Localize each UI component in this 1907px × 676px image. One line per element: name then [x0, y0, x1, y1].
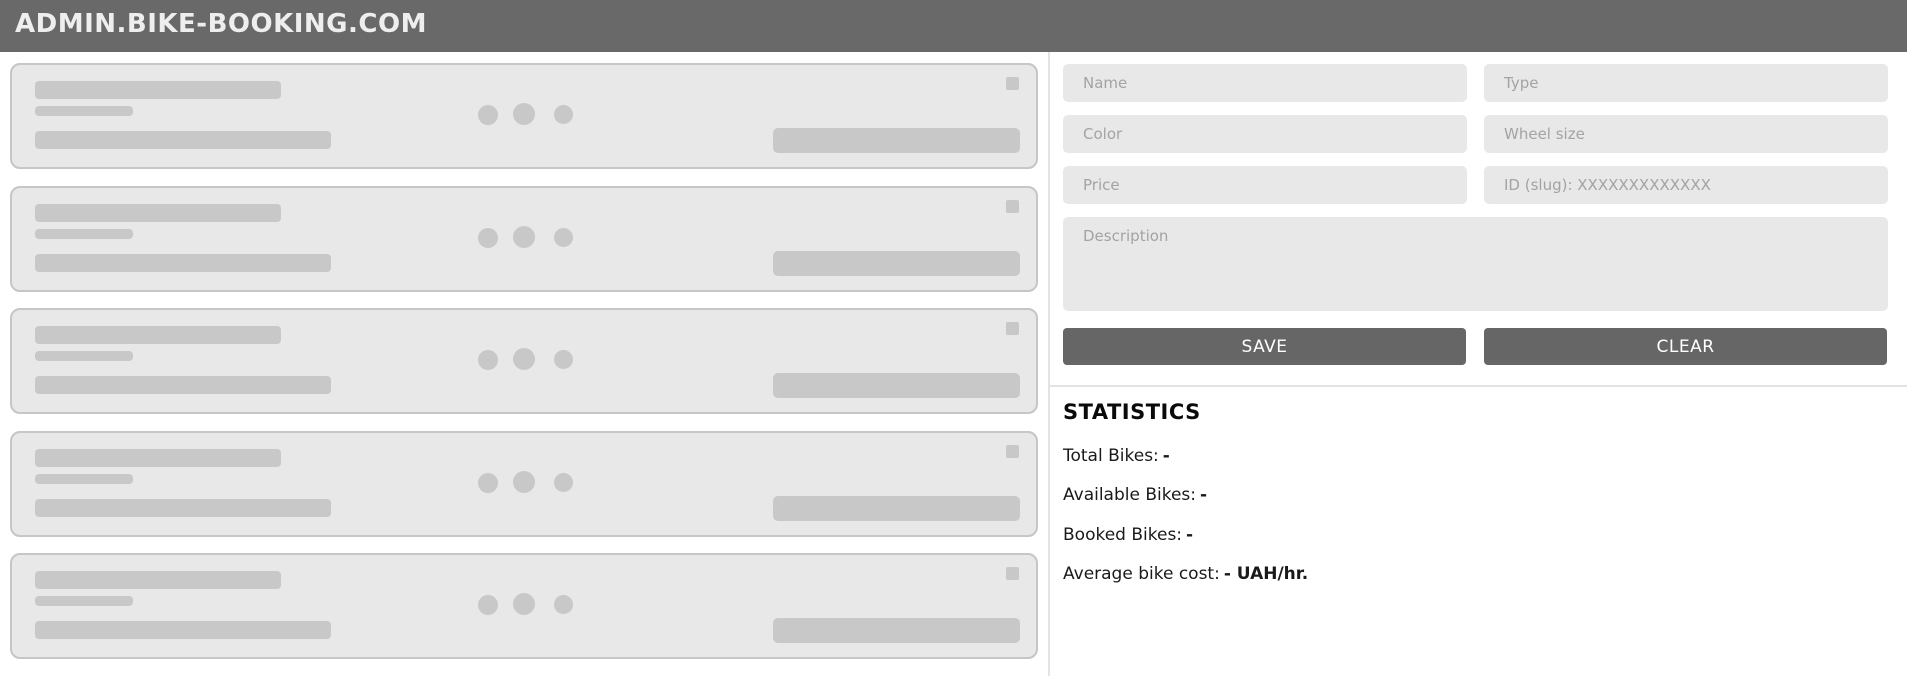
skeleton-text: [35, 376, 331, 394]
loading-dot: [513, 593, 535, 615]
skeleton-button: [773, 251, 1020, 276]
skeleton-close-icon: [1006, 567, 1019, 580]
skeleton-button: [773, 496, 1020, 521]
skeleton-subtitle: [35, 596, 133, 606]
loading-dot: [478, 473, 498, 493]
loading-dot: [478, 350, 498, 370]
average-cost-value: - UAH/hr.: [1223, 564, 1309, 584]
name-input[interactable]: [1063, 64, 1467, 102]
description-textarea[interactable]: [1063, 217, 1888, 311]
statistics-title: STATISTICS: [1063, 400, 1201, 424]
skeleton-subtitle: [35, 474, 133, 484]
wheel-size-input[interactable]: [1484, 115, 1888, 153]
app-header: ADMIN.BIKE-BOOKING.COM: [0, 0, 1907, 52]
total-bikes-value: -: [1162, 446, 1170, 466]
skeleton-button: [773, 618, 1020, 643]
booked-bikes-value: -: [1186, 525, 1194, 545]
average-cost-label: Average bike cost:: [1063, 564, 1220, 584]
bike-card-skeleton: [10, 431, 1038, 537]
skeleton-title: [35, 204, 281, 222]
type-input[interactable]: [1484, 64, 1888, 102]
skeleton-subtitle: [35, 106, 133, 116]
bike-card-skeleton: [10, 63, 1038, 169]
available-bikes-label: Available Bikes:: [1063, 485, 1197, 505]
color-input[interactable]: [1063, 115, 1467, 153]
available-bikes-value: -: [1200, 485, 1208, 505]
average-cost-stat: Average bike cost: - UAH/hr.: [1063, 564, 1308, 584]
loading-dot: [513, 226, 535, 248]
skeleton-close-icon: [1006, 445, 1019, 458]
skeleton-text: [35, 254, 331, 272]
loading-dot: [554, 228, 573, 247]
skeleton-title: [35, 81, 281, 99]
loading-dot: [554, 595, 573, 614]
skeleton-close-icon: [1006, 322, 1019, 335]
skeleton-close-icon: [1006, 200, 1019, 213]
vertical-divider: [1048, 52, 1050, 676]
skeleton-title: [35, 326, 281, 344]
site-logo[interactable]: ADMIN.BIKE-BOOKING.COM: [15, 9, 427, 39]
save-button[interactable]: SAVE: [1063, 328, 1466, 365]
skeleton-title: [35, 571, 281, 589]
skeleton-subtitle: [35, 229, 133, 239]
clear-button[interactable]: CLEAR: [1484, 328, 1887, 365]
horizontal-divider: [1050, 385, 1907, 387]
bike-card-skeleton: [10, 308, 1038, 414]
loading-dot: [513, 103, 535, 125]
skeleton-text: [35, 131, 331, 149]
bike-card-skeleton: [10, 186, 1038, 292]
total-bikes-label: Total Bikes:: [1063, 446, 1159, 466]
loading-dot: [478, 228, 498, 248]
loading-dot: [554, 473, 573, 492]
skeleton-close-icon: [1006, 77, 1019, 90]
booked-bikes-stat: Booked Bikes: -: [1063, 525, 1193, 545]
loading-dot: [513, 348, 535, 370]
skeleton-button: [773, 128, 1020, 153]
skeleton-title: [35, 449, 281, 467]
skeleton-text: [35, 499, 331, 517]
loading-dot: [513, 471, 535, 493]
skeleton-text: [35, 621, 331, 639]
id-slug-input[interactable]: [1484, 166, 1888, 204]
loading-dot: [554, 350, 573, 369]
price-input[interactable]: [1063, 166, 1467, 204]
loading-dot: [554, 105, 573, 124]
skeleton-button: [773, 373, 1020, 398]
skeleton-subtitle: [35, 351, 133, 361]
available-bikes-stat: Available Bikes: -: [1063, 485, 1207, 505]
booked-bikes-label: Booked Bikes:: [1063, 525, 1183, 545]
bike-card-skeleton: [10, 553, 1038, 659]
total-bikes-stat: Total Bikes: -: [1063, 446, 1170, 466]
loading-dot: [478, 105, 498, 125]
loading-dot: [478, 595, 498, 615]
